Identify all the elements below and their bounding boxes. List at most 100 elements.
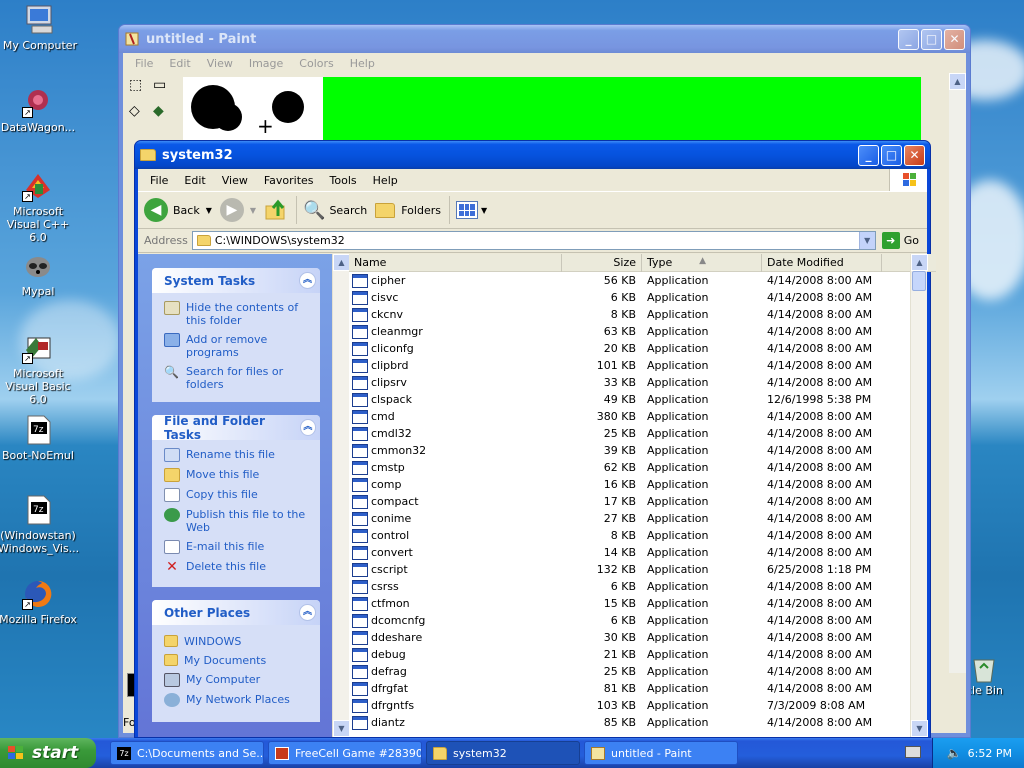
keyboard-tray-icon[interactable] [905,746,921,758]
file-row[interactable]: ctfmon 15 KB Application 4/14/2008 8:00 AM [349,595,922,612]
taskbar-item-freecell[interactable]: FreeCell Game #28390 [268,741,422,765]
desktop-icon-recycle-bin[interactable]: cle Bin [966,654,1024,697]
collapse-chevron-icon[interactable]: ︽ [299,272,316,289]
back-dropdown-icon[interactable]: ▼ [206,206,212,215]
eraser-tool-icon[interactable]: ◇ [129,103,140,119]
desktop-icon-visual-basic[interactable]: ↗ Microsoft Visual Basic 6.0 [0,332,78,406]
scroll-up-arrow-icon[interactable]: ▲ [333,254,350,271]
task-delete-file[interactable]: ✕ Delete this file [164,560,310,574]
desktop-icon-boot-noemul[interactable]: 7z Boot-NoEmul [0,414,78,462]
column-header-size[interactable]: Size [562,254,642,272]
desktop-icon-firefox[interactable]: ↗ Mozilla Firefox [0,578,78,626]
file-row[interactable]: defrag 25 KB Application 4/14/2008 8:00 AM [349,663,922,680]
menu-edit[interactable]: Edit [176,174,213,187]
file-row[interactable]: clipsrv 33 KB Application 4/14/2008 8:00 AM [349,374,922,391]
paint-menu-image[interactable]: Image [241,57,291,70]
right-scrollbar[interactable]: ▲ ▼ [910,254,928,737]
desktop-icon-mypal[interactable]: Mypal [0,250,78,298]
file-row[interactable]: cmdl32 25 KB Application 4/14/2008 8:00 AM [349,425,922,442]
file-row[interactable]: convert 14 KB Application 4/14/2008 8:00 AM [349,544,922,561]
forward-dropdown-icon[interactable]: ▼ [250,206,256,215]
desktop-icon-datawagon[interactable]: ↗ DataWagon... [0,86,78,134]
paint-menu-edit[interactable]: Edit [161,57,198,70]
taskbar-item-system32[interactable]: system32 [426,741,580,765]
file-row[interactable]: cisvc 6 KB Application 4/14/2008 8:00 AM [349,289,922,306]
file-row[interactable]: conime 27 KB Application 4/14/2008 8:00 AM [349,510,922,527]
paint-minimize-button[interactable]: _ [898,28,919,50]
forward-button[interactable]: ▶ ▼ [219,198,256,222]
file-row[interactable]: cmd 380 KB Application 4/14/2008 8:00 AM [349,408,922,425]
address-input[interactable]: C:\WINDOWS\system32 ▼ [191,231,876,250]
place-my-computer[interactable]: My Computer [164,673,310,687]
file-row[interactable]: ckcnv 8 KB Application 4/14/2008 8:00 AM [349,306,922,323]
volume-icon[interactable]: 🔈 [947,746,962,760]
file-tasks-header[interactable]: File and Folder Tasks ︽ [152,414,320,442]
paint-vertical-scrollbar[interactable]: ▲ [949,73,966,673]
fill-tool-icon[interactable]: ◆ [153,103,164,119]
task-hide-folder-contents[interactable]: Hide the contents of this folder [164,301,310,327]
file-row[interactable]: dcomcnfg 6 KB Application 4/14/2008 8:00 AM [349,612,922,629]
explorer-close-button[interactable]: ✕ [904,144,925,166]
file-row[interactable]: cscript 132 KB Application 6/25/2008 1:18 P… [349,561,922,578]
file-row[interactable]: cliconfg 20 KB Application 4/14/2008 8:00 A… [349,340,922,357]
file-row[interactable]: cleanmgr 63 KB Application 4/14/2008 8:00 A… [349,323,922,340]
collapse-chevron-icon[interactable]: ︽ [299,604,316,621]
desktop-icon-my-computer[interactable]: My Computer [0,4,80,52]
task-move-file[interactable]: Move this file [164,468,310,482]
taskbar-item-7zip[interactable]: 7z C:\Documents and Se... [110,741,264,765]
views-button[interactable]: ▼ [455,201,487,219]
system-tasks-header[interactable]: System Tasks ︽ [152,268,320,293]
scroll-up-arrow-icon[interactable]: ▲ [949,73,966,90]
explorer-window[interactable]: system32 _ □ ✕ File Edit View Favorites … [134,140,936,738]
paint-menu-help[interactable]: Help [342,57,383,70]
taskbar-item-paint[interactable]: untitled - Paint [584,741,738,765]
paint-menu-view[interactable]: View [199,57,241,70]
desktop-icon-windowstan[interactable]: 7z (Windowstan) Windows_Vis... [0,494,79,555]
scroll-up-arrow-icon[interactable]: ▲ [911,254,928,271]
task-add-remove-programs[interactable]: Add or remove programs [164,333,310,359]
place-my-documents[interactable]: My Documents [164,654,310,667]
file-row[interactable]: clipbrd 101 KB Application 4/14/2008 8:00 A… [349,357,922,374]
file-row[interactable]: comp 16 KB Application 4/14/2008 8:00 AM [349,476,922,493]
explorer-maximize-button[interactable]: □ [881,144,902,166]
left-scrollbar[interactable]: ▲ ▼ [332,254,350,737]
place-my-network[interactable]: My Network Places [164,693,310,707]
collapse-chevron-icon[interactable]: ︽ [299,419,316,436]
go-button[interactable]: ➜ Go [876,232,927,249]
file-row[interactable]: csrss 6 KB Application 4/14/2008 8:00 AM [349,578,922,595]
task-search-files[interactable]: 🔍 Search for files or folders [164,365,310,391]
search-button[interactable]: 🔍 Search [303,200,367,221]
menu-tools[interactable]: Tools [322,174,365,187]
column-header-date[interactable]: Date Modified [762,254,882,272]
place-windows[interactable]: WINDOWS [164,635,310,648]
file-row[interactable]: cmmon32 39 KB Application 4/14/2008 8:00 AM [349,442,922,459]
file-row[interactable]: ddeshare 30 KB Application 4/14/2008 8:00 A… [349,629,922,646]
scroll-thumb[interactable] [912,271,926,291]
address-dropdown-icon[interactable]: ▼ [858,232,875,249]
file-row[interactable]: cmstp 62 KB Application 4/14/2008 8:00 AM [349,459,922,476]
file-row[interactable]: diantz 85 KB Application 4/14/2008 8:00 AM [349,714,922,731]
file-row[interactable]: dfrgfat 81 KB Application 4/14/2008 8:00 AM [349,680,922,697]
free-select-tool-icon[interactable]: ⬚ [129,77,142,93]
column-header-name[interactable]: Name [349,254,562,272]
folders-button[interactable]: Folders [375,202,441,218]
start-button[interactable]: start [0,738,96,768]
file-row[interactable]: cipher 56 KB Application 4/14/2008 8:00 AM [349,272,922,289]
file-row[interactable]: control 8 KB Application 4/14/2008 8:00 AM [349,527,922,544]
menu-favorites[interactable]: Favorites [256,174,322,187]
menu-help[interactable]: Help [365,174,406,187]
menu-file[interactable]: File [142,174,176,187]
file-list[interactable]: ▲ ▼ Name Size Type ▲ Date Modified ciphe… [332,254,936,737]
task-email-file[interactable]: E-mail this file [164,540,310,554]
file-row[interactable]: dfrgntfs 103 KB Application 7/3/2009 8:08 A… [349,697,922,714]
column-header-type[interactable]: Type ▲ [642,254,762,272]
task-publish-web[interactable]: Publish this file to the Web [164,508,310,534]
task-rename-file[interactable]: Rename this file [164,448,310,462]
file-row[interactable]: debug 21 KB Application 4/14/2008 8:00 AM [349,646,922,663]
paint-titlebar[interactable]: untitled - Paint _ □ ✕ [119,25,970,53]
paint-menu-colors[interactable]: Colors [291,57,341,70]
up-folder-button[interactable] [264,198,288,222]
desktop-icon-visual-cpp[interactable]: ↗ Microsoft Visual C++ 6.0 [0,170,78,244]
file-row[interactable]: compact 17 KB Application 4/14/2008 8:00 AM [349,493,922,510]
other-places-header[interactable]: Other Places ︽ [152,600,320,625]
